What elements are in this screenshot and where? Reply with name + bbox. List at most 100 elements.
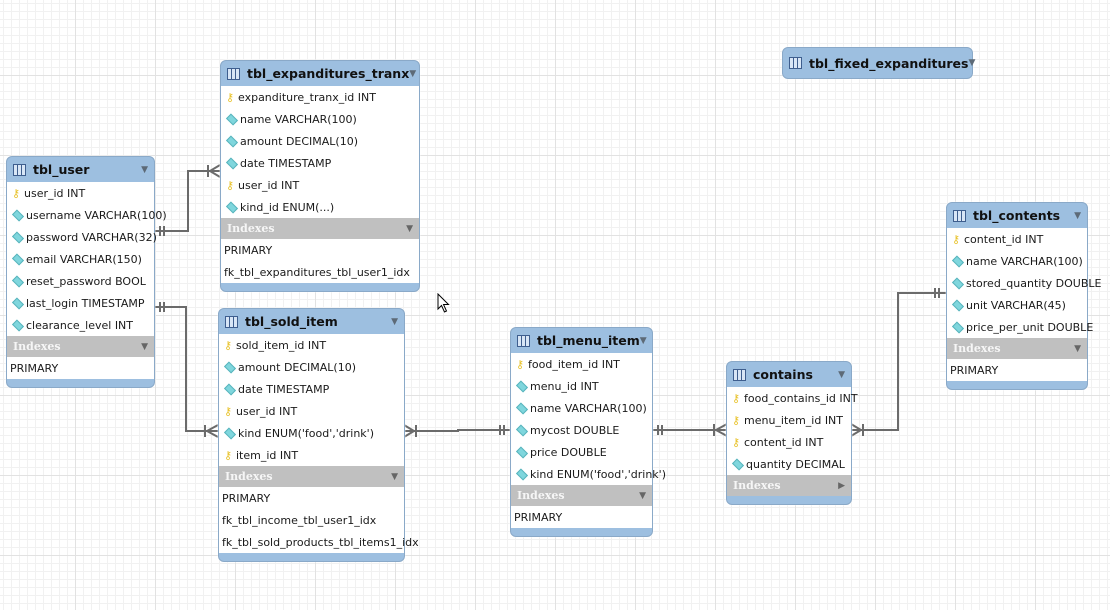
column-row[interactable]: last_login TIMESTAMP: [7, 292, 154, 314]
index-row[interactable]: fk_tbl_income_tbl_user1_idx: [219, 509, 404, 531]
index-row[interactable]: PRIMARY: [221, 239, 419, 261]
column-text: content_id INT: [964, 232, 1044, 246]
table-header[interactable]: tbl_fixed_expanditures ▼: [783, 48, 975, 78]
key-icon: ⚷: [223, 338, 233, 352]
column-text: content_id INT: [744, 435, 824, 449]
column-row[interactable]: date TIMESTAMP: [221, 152, 419, 174]
column-row[interactable]: username VARCHAR(100): [7, 204, 167, 226]
key-icon: ⚷: [223, 404, 233, 418]
column-row[interactable]: kind ENUM('food','drink'): [511, 463, 666, 485]
relationship-menu-item-contains[interactable]: [652, 423, 728, 437]
indexes-label: Indexes: [13, 340, 61, 353]
attribute-icon: [515, 401, 529, 415]
relationship-contains-contents[interactable]: [850, 288, 947, 437]
relationship-user-sold-item[interactable]: [154, 302, 219, 438]
column-row[interactable]: quantity DECIMAL: [727, 453, 851, 475]
column-row[interactable]: ⚷ user_id INT: [219, 400, 404, 422]
indexes-header[interactable]: Indexes ▶: [727, 475, 851, 496]
column-row[interactable]: ⚷ item_id INT: [219, 444, 404, 466]
table-header[interactable]: tbl_user ▼: [7, 157, 154, 182]
expand-caret-icon[interactable]: ▶: [838, 481, 845, 491]
column-row[interactable]: ⚷ expanditure_tranx_id INT: [221, 86, 419, 108]
table-tbl-sold-item[interactable]: tbl_sold_item ▼ ⚷ sold_item_id INT amount…: [218, 308, 419, 562]
table-tbl-menu-item[interactable]: tbl_menu_item ▼ ⚷ food_item_id INT menu_i…: [510, 327, 666, 537]
column-row[interactable]: password VARCHAR(32): [7, 226, 157, 248]
column-row[interactable]: kind_id ENUM(...): [221, 196, 419, 218]
table-tbl-user[interactable]: tbl_user ▼ ⚷ user_id INT username VARCHAR…: [6, 156, 167, 388]
column-row[interactable]: ⚷ user_id INT: [7, 182, 154, 204]
relationship-user-expanditures[interactable]: [154, 164, 221, 236]
column-row[interactable]: ⚷ sold_item_id INT: [219, 334, 404, 356]
collapse-caret-icon[interactable]: ▼: [136, 165, 148, 175]
table-contains[interactable]: contains ▼ ⚷ food_contains_id INT ⚷ menu_i…: [726, 361, 858, 505]
diagram-canvas[interactable]: tbl_user ▼ ⚷ user_id INT username VARCHAR…: [0, 0, 1110, 610]
table-tbl-expanditures-tranx[interactable]: tbl_expanditures_tranx ▼ ⚷ expanditure_tr…: [220, 60, 420, 292]
indexes-header[interactable]: Indexes ▼: [221, 218, 419, 239]
column-text: menu_item_id INT: [744, 413, 844, 427]
relationship-sold-item-menu-item[interactable]: [403, 424, 511, 438]
index-row[interactable]: PRIMARY: [511, 506, 652, 528]
column-row[interactable]: name VARCHAR(100): [221, 108, 419, 130]
table-tbl-contents[interactable]: tbl_contents ▼ ⚷ content_id INT name VARC…: [946, 202, 1101, 390]
collapse-caret-icon[interactable]: ▼: [1074, 344, 1081, 354]
indexes-header[interactable]: Indexes ▼: [511, 485, 652, 506]
table-header[interactable]: contains ▼: [727, 362, 851, 387]
column-row[interactable]: menu_id INT: [511, 375, 652, 397]
attribute-icon: [951, 320, 965, 334]
column-row[interactable]: ⚷ menu_item_id INT: [727, 409, 851, 431]
attribute-icon: [731, 457, 745, 471]
index-row[interactable]: fk_tbl_expanditures_tbl_user1_idx: [221, 261, 419, 283]
column-row[interactable]: unit VARCHAR(45): [947, 294, 1087, 316]
index-row[interactable]: PRIMARY: [7, 357, 154, 379]
index-row[interactable]: PRIMARY: [219, 487, 404, 509]
collapse-caret-icon[interactable]: ▼: [391, 472, 398, 482]
column-row[interactable]: name VARCHAR(100): [947, 250, 1087, 272]
column-row[interactable]: reset_password BOOL: [7, 270, 154, 292]
column-row[interactable]: amount DECIMAL(10): [221, 130, 419, 152]
collapse-caret-icon[interactable]: ▼: [968, 58, 975, 68]
column-row[interactable]: email VARCHAR(150): [7, 248, 154, 270]
indexes-header[interactable]: Indexes ▼: [219, 466, 404, 487]
key-icon: ⚷: [223, 448, 233, 462]
table-icon: [517, 334, 530, 347]
collapse-caret-icon[interactable]: ▼: [833, 370, 845, 380]
column-row[interactable]: ⚷ food_contains_id INT: [727, 387, 858, 409]
collapse-caret-icon[interactable]: ▼: [141, 342, 148, 352]
column-row[interactable]: ⚷ user_id INT: [221, 174, 419, 196]
column-row[interactable]: amount DECIMAL(10): [219, 356, 404, 378]
table-header[interactable]: tbl_sold_item ▼: [219, 309, 404, 334]
indexes-header[interactable]: Indexes ▼: [947, 338, 1087, 359]
column-row[interactable]: mycost DOUBLE: [511, 419, 652, 441]
collapse-caret-icon[interactable]: ▼: [409, 69, 416, 79]
column-row[interactable]: stored_quantity DOUBLE: [947, 272, 1101, 294]
table-footer: [7, 379, 154, 387]
column-row[interactable]: name VARCHAR(100): [511, 397, 652, 419]
column-text: name VARCHAR(100): [966, 254, 1083, 268]
index-row[interactable]: fk_tbl_sold_products_tbl_items1_idx: [219, 531, 419, 553]
collapse-caret-icon[interactable]: ▼: [1069, 211, 1081, 221]
table-tbl-fixed-expanditures[interactable]: tbl_fixed_expanditures ▼: [782, 47, 975, 79]
collapse-caret-icon[interactable]: ▼: [386, 317, 398, 327]
table-header[interactable]: tbl_contents ▼: [947, 203, 1087, 228]
column-list: ⚷ food_contains_id INT ⚷ menu_item_id INT …: [727, 387, 858, 475]
table-footer: [511, 528, 652, 536]
indexes-header[interactable]: Indexes ▼: [7, 336, 154, 357]
column-row[interactable]: clearance_level INT: [7, 314, 154, 336]
indexes-label: Indexes: [733, 479, 781, 492]
column-row[interactable]: kind ENUM('food','drink'): [219, 422, 404, 444]
index-row[interactable]: PRIMARY: [947, 359, 1087, 381]
attribute-icon: [515, 467, 529, 481]
column-row[interactable]: ⚷ content_id INT: [947, 228, 1087, 250]
collapse-caret-icon[interactable]: ▼: [406, 224, 413, 234]
column-row[interactable]: ⚷ food_item_id INT: [511, 353, 652, 375]
column-text: price DOUBLE: [530, 445, 607, 459]
table-header[interactable]: tbl_menu_item ▼: [511, 328, 652, 353]
table-header[interactable]: tbl_expanditures_tranx ▼: [221, 61, 419, 86]
collapse-caret-icon[interactable]: ▼: [639, 491, 646, 501]
collapse-caret-icon[interactable]: ▼: [640, 336, 647, 346]
column-row[interactable]: price DOUBLE: [511, 441, 652, 463]
column-row[interactable]: date TIMESTAMP: [219, 378, 404, 400]
column-row[interactable]: ⚷ content_id INT: [727, 431, 851, 453]
column-text: name VARCHAR(100): [240, 112, 357, 126]
column-row[interactable]: price_per_unit DOUBLE: [947, 316, 1093, 338]
